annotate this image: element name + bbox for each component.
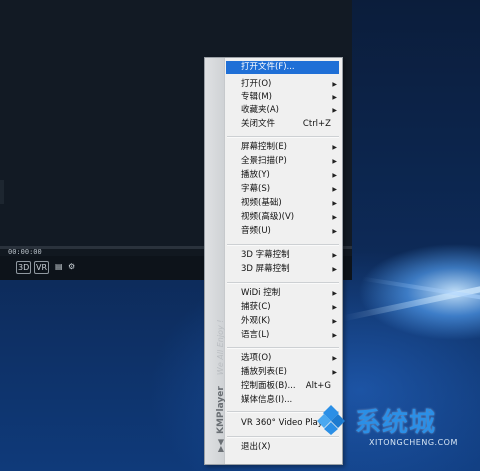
menu-item-widi-control[interactable]: WiDi 控制 ▶ [226,287,339,300]
menu-item-3d-screen-control[interactable]: 3D 屏幕控制 ▶ [226,263,339,276]
menu-item-label: 退出(X) [241,442,271,452]
submenu-arrow-icon: ▶ [332,94,337,101]
menu-item-label: 捕获(C) [241,302,271,312]
menu-item-album[interactable]: 专辑(M) ▶ [226,91,339,104]
subtitle-icon[interactable]: ▤ [55,261,63,273]
menu-item-video-advanced[interactable]: 视频(高级)(V) ▶ [226,211,339,224]
menu-item-label: 3D 屏幕控制 [241,264,290,274]
menu-item-control-panel[interactable]: 控制面板(B)... Alt+G [226,380,339,393]
submenu-arrow-icon: ▶ [332,318,337,325]
menu-item-close-file[interactable]: 关闭文件 Ctrl+Z [226,118,339,131]
menu-item-label: 播放(Y) [241,170,270,180]
submenu-arrow-icon: ▶ [332,304,337,311]
kmplayer-brand: ▶◀ KMPlayer We All Enjoy ! [208,292,227,452]
menu-item-subtitles[interactable]: 字幕(S) ▶ [226,183,339,196]
menu-item-favorites[interactable]: 收藏夹(A) ▶ [226,104,339,117]
menu-item-skins[interactable]: 外观(K) ▶ [226,315,339,328]
menu-item-label: 视频(高级)(V) [241,212,295,222]
menu-item-label: VR 360° Video Play [241,418,323,428]
submenu-arrow-icon: ▶ [332,107,337,114]
submenu-arrow-icon: ▶ [332,266,337,273]
menu-item-audio[interactable]: 音频(U) ▶ [226,225,339,238]
time-display: 00:00:00 [8,248,42,256]
menu-item-open-file[interactable]: 打开文件(F)... [226,61,339,74]
menu-item-label: 语言(L) [241,330,270,340]
menu-item-label: 控制面板(B)... [241,381,296,391]
menu-item-label: 打开文件(F)... [241,62,295,72]
watermark-diamond-icon [317,405,345,435]
menu-separator [227,347,339,349]
menu-item-label: 音频(U) [241,226,271,236]
menu-item-screen-control[interactable]: 屏幕控制(E) ▶ [226,141,339,154]
submenu-arrow-icon: ▶ [332,81,337,88]
menu-item-playlist[interactable]: 播放列表(E) ▶ [226,366,339,379]
kmplayer-logo-icon: ▶◀ [216,439,225,452]
submenu-arrow-icon: ▶ [332,355,337,362]
window-edge [0,180,4,204]
menu-item-video-basic[interactable]: 视频(基础) ▶ [226,197,339,210]
menu-item-options[interactable]: 选项(O) ▶ [226,352,339,365]
brand-tagline: We All Enjoy ! [216,319,225,376]
submenu-arrow-icon: ▶ [332,290,337,297]
menu-item-label: 关闭文件 [241,119,276,129]
submenu-arrow-icon: ▶ [332,369,337,376]
submenu-arrow-icon: ▶ [332,158,337,165]
menu-item-label: 3D 字幕控制 [241,250,290,260]
menu-item-label: 屏幕控制(E) [241,142,288,152]
brand-name: KMPlayer [216,386,226,434]
watermark-text: 系统城 [355,408,437,438]
menu-separator [227,244,339,246]
menu-item-label: WiDi 控制 [241,288,281,298]
watermark-url: XITONGCHENG.COM [369,438,458,447]
menu-item-label: 播放列表(E) [241,367,288,377]
menu-item-label: 选项(O) [241,353,272,363]
menu-item-shortcut: Ctrl+Z [302,119,331,129]
menu-item-label: 打开(O) [241,79,272,89]
menu-separator [227,136,339,138]
menu-item-playback[interactable]: 播放(Y) ▶ [226,169,339,182]
menu-item-label: 外观(K) [241,316,271,326]
submenu-arrow-icon: ▶ [332,214,337,221]
watermark: 系统城 XITONGCHENG.COM [313,398,479,454]
submenu-arrow-icon: ▶ [332,186,337,193]
menu-item-pan-scan[interactable]: 全景扫描(P) ▶ [226,155,339,168]
settings-gear-icon[interactable]: ⚙ [68,261,75,273]
menu-item-label: 全景扫描(P) [241,156,287,166]
menu-item-label: 字幕(S) [241,184,271,194]
submenu-arrow-icon: ▶ [332,144,337,151]
menu-item-shortcut: Alt+G [305,381,331,391]
submenu-arrow-icon: ▶ [332,252,337,259]
menu-item-open[interactable]: 打开(O) ▶ [226,78,339,91]
submenu-arrow-icon: ▶ [332,172,337,179]
menu-item-label: 视频(基础) [241,198,282,208]
submenu-arrow-icon: ▶ [332,200,337,207]
3d-button[interactable]: 3D [16,261,32,274]
menu-item-capture[interactable]: 捕获(C) ▶ [226,301,339,314]
menu-item-label: 专辑(M) [241,92,272,102]
submenu-arrow-icon: ▶ [332,228,337,235]
menu-brand-strip: ▶◀ KMPlayer We All Enjoy ! [205,58,227,464]
vr-button[interactable]: VR [34,261,50,274]
submenu-arrow-icon: ▶ [332,332,337,339]
menu-item-label: 收藏夹(A) [241,105,279,115]
menu-item-3d-subtitle-control[interactable]: 3D 字幕控制 ▶ [226,249,339,262]
menu-separator [227,282,339,284]
menu-item-language[interactable]: 语言(L) ▶ [226,329,339,342]
menu-item-label: 媒体信息(I)... [241,395,293,405]
